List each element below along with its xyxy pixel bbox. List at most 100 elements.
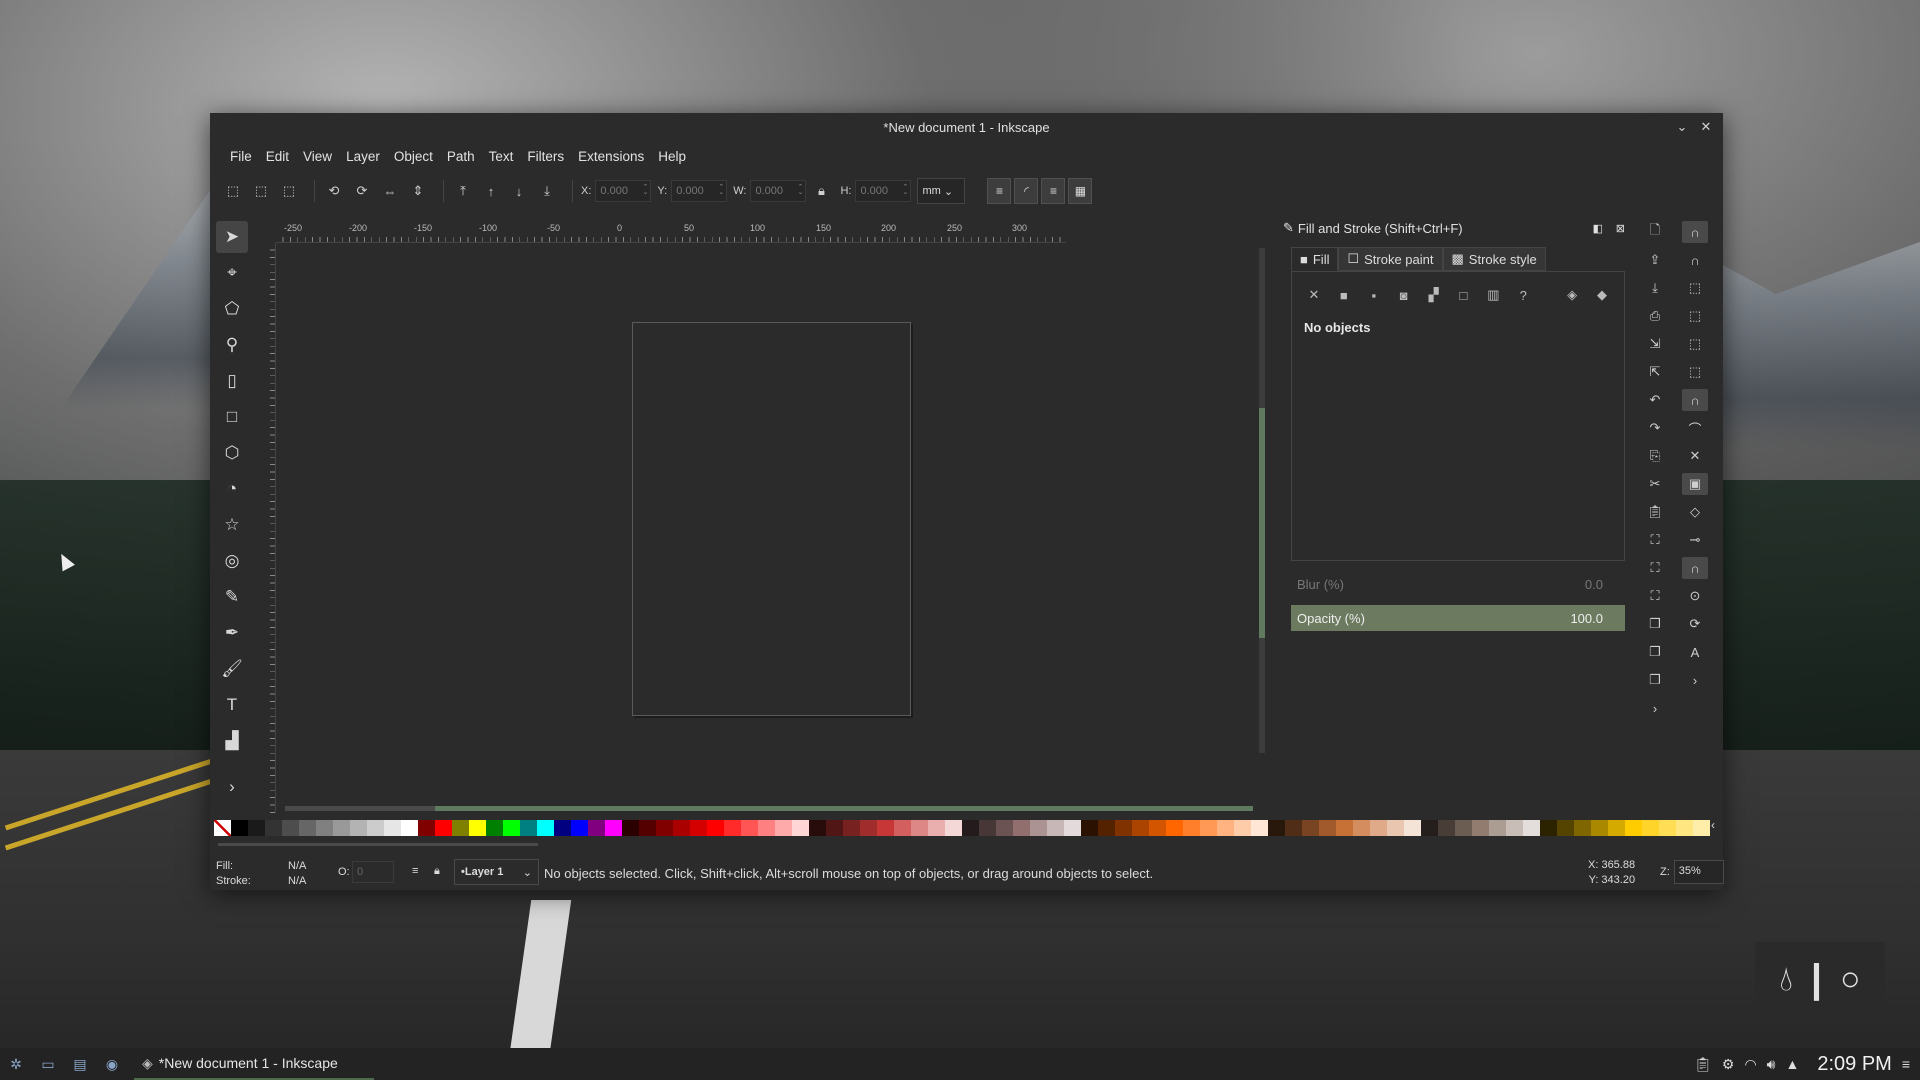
opacity-spin[interactable]: 0 [352,861,394,883]
no-paint-icon[interactable]: ✕ [1302,282,1326,308]
color-swatch[interactable] [843,820,860,836]
horizontal-scrollbar[interactable] [285,806,1253,811]
color-swatch[interactable] [282,820,299,836]
star-tool-icon[interactable]: ☆ [216,509,248,541]
color-swatch[interactable] [333,820,350,836]
scroll-thumb[interactable] [1259,408,1265,638]
color-swatch[interactable] [452,820,469,836]
color-swatch[interactable] [741,820,758,836]
color-swatch[interactable] [792,820,809,836]
zoom-page-icon[interactable]: ⛶ [1642,585,1668,607]
rotate-cw-icon[interactable]: ⟳ [351,180,373,202]
lower-to-bottom-icon[interactable]: ⤓ [536,180,558,202]
linear-gradient-icon[interactable]: ▪ [1362,282,1386,308]
color-swatch[interactable] [384,820,401,836]
tab-fill[interactable]: ■ Fill [1291,247,1339,271]
color-swatch[interactable] [1302,820,1319,836]
unit-select[interactable]: mm ⌄ [917,178,966,204]
color-swatch[interactable] [1285,820,1302,836]
selector-tool-icon[interactable]: ➤ [216,221,248,253]
color-swatch[interactable] [673,820,690,836]
clone-icon[interactable]: ❐ [1642,641,1668,663]
x-input[interactable]: 0.000 [595,180,652,202]
unlink-clone-icon[interactable]: ❐ [1642,669,1668,691]
undock-icon[interactable]: ◧ [1593,222,1603,235]
snap-smooth-icon[interactable]: ◇ [1682,501,1708,523]
dock-close-icon[interactable]: ⊠ [1616,222,1625,235]
3d-box-tool-icon[interactable]: ⬡ [216,437,248,469]
rotate-ccw-icon[interactable]: ⟲ [323,180,345,202]
palette-scrollbar[interactable] [218,843,538,846]
color-swatch[interactable] [894,820,911,836]
color-swatch[interactable] [350,820,367,836]
window-titlebar[interactable]: *New document 1 - Inkscape ⌄ ✕ [210,113,1723,141]
color-swatch[interactable] [911,820,928,836]
color-swatch[interactable] [622,820,639,836]
node-tool-icon[interactable]: ⌖ [216,257,248,289]
color-swatch[interactable] [1030,820,1047,836]
palette-menu-chevron-icon[interactable]: ‹ [1711,818,1715,832]
snap-midpoint-icon[interactable]: ⊸ [1682,529,1708,551]
select-all-icon[interactable]: ⬚ [222,180,244,202]
snap-others-icon[interactable]: ∩ [1682,557,1708,579]
color-swatch[interactable] [1115,820,1132,836]
ellipse-tool-icon[interactable]: ◔ [216,473,248,505]
fill-rule-evenodd-icon[interactable]: ◈ [1560,282,1584,308]
snap-center-icon[interactable]: ⊙ [1682,585,1708,607]
color-swatch[interactable] [1268,820,1285,836]
color-swatch[interactable] [1693,820,1710,836]
color-swatch[interactable] [1557,820,1574,836]
color-swatch[interactable] [996,820,1013,836]
document-page[interactable] [632,322,911,716]
file-manager-icon[interactable]: ▤ [70,1054,90,1074]
raise-to-top-icon[interactable]: ⤒ [452,180,474,202]
transform-patterns-toggle[interactable]: ▦ [1068,178,1093,204]
color-swatch[interactable] [1438,820,1455,836]
tweak-tool-icon[interactable]: ⬠ [216,293,248,325]
color-swatch[interactable] [877,820,894,836]
color-swatch[interactable] [435,820,452,836]
taskbar-task-inkscape[interactable]: ◈ *New document 1 - Inkscape [134,1048,374,1080]
opacity-slider[interactable]: Opacity (%) 100.0 [1291,605,1625,631]
color-swatch[interactable] [1591,820,1608,836]
wifi-icon[interactable]: ◠ [1744,1056,1756,1073]
close-icon[interactable]: ✕ [1697,118,1715,136]
fill-rule-nonzero-icon[interactable]: ◆ [1590,282,1614,308]
color-swatch[interactable] [690,820,707,836]
new-document-icon[interactable]: 🗋︎ [1642,221,1668,243]
more-snap-chevron-icon[interactable]: › [1682,669,1708,691]
color-swatch[interactable] [860,820,877,836]
select-all-layers-icon[interactable]: ⬚ [250,180,272,202]
swatch-none[interactable] [214,820,231,836]
color-swatch[interactable] [1183,820,1200,836]
snap-bbox-icon[interactable]: ∩ [1682,249,1708,271]
color-swatch[interactable] [588,820,605,836]
color-swatch[interactable] [1081,820,1098,836]
color-swatch[interactable] [1098,820,1115,836]
snap-nodes-icon[interactable]: ∩ [1682,389,1708,411]
color-swatch[interactable] [316,820,333,836]
color-swatch[interactable] [1625,820,1642,836]
zoom-drawing-icon[interactable]: ⛶ [1642,557,1668,579]
color-swatch[interactable] [367,820,384,836]
import-icon[interactable]: ⇲ [1642,333,1668,355]
color-swatch[interactable] [656,820,673,836]
menu-object[interactable]: Object [387,149,440,164]
color-swatch[interactable] [1336,820,1353,836]
snap-bbox-center-icon[interactable]: ⬚ [1682,361,1708,383]
color-swatch[interactable] [1251,820,1268,836]
color-swatch[interactable] [1166,820,1183,836]
more-commands-chevron-icon[interactable]: › [1642,697,1668,719]
color-swatch[interactable] [1421,820,1438,836]
notifications-icon[interactable]: ≡ [1902,1056,1910,1072]
color-swatch[interactable] [520,820,537,836]
terminal-icon[interactable]: ▭ [38,1054,58,1074]
menu-filters[interactable]: Filters [520,149,571,164]
color-swatch[interactable] [1540,820,1557,836]
pen-tool-icon[interactable]: ✒ [216,617,248,649]
color-palette[interactable] [214,820,1710,836]
minimize-chevron-icon[interactable]: ⌄ [1673,118,1691,136]
menu-extensions[interactable]: Extensions [571,149,651,164]
radial-gradient-icon[interactable]: ◙ [1392,282,1416,308]
menu-view[interactable]: View [296,149,339,164]
